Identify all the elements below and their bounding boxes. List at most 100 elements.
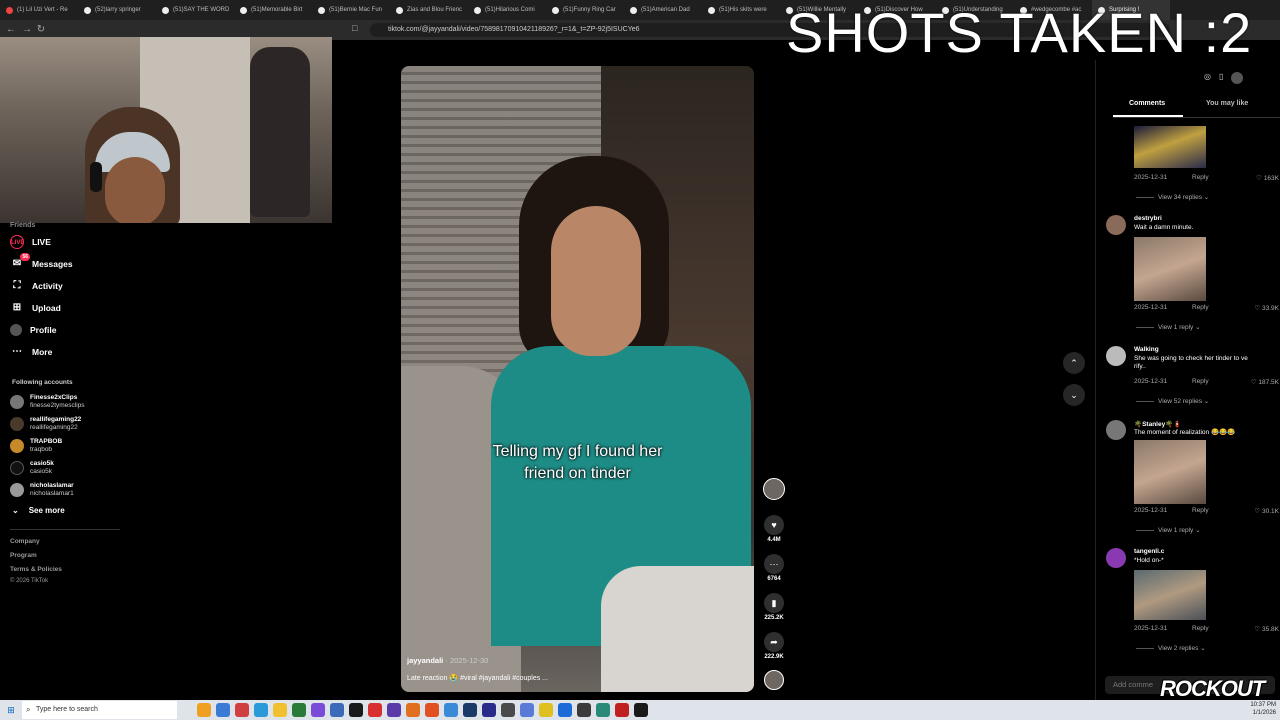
comment-username[interactable]: Walking xyxy=(1134,346,1159,353)
avatar[interactable] xyxy=(1106,215,1126,235)
browser-tab[interactable]: (51)Hilarious Comi xyxy=(468,0,546,20)
app-icon[interactable] xyxy=(444,703,458,717)
comment-image[interactable] xyxy=(1134,237,1206,301)
browser-tab[interactable]: (51)American Dad xyxy=(624,0,702,20)
save-button[interactable]: ▮ 225.2K xyxy=(760,593,788,621)
compass-icon[interactable]: ◎ xyxy=(1204,72,1211,84)
app-icon[interactable] xyxy=(235,703,249,717)
sound-avatar-button[interactable] xyxy=(760,670,788,690)
footer-link-terms[interactable]: Terms & Policies xyxy=(10,566,62,573)
comment-image[interactable] xyxy=(1134,570,1206,620)
comment-like-button[interactable]: ♡ 35.8K xyxy=(1254,625,1279,633)
app-icon[interactable] xyxy=(558,703,572,717)
app-icon[interactable] xyxy=(330,703,344,717)
reply-button[interactable]: Reply xyxy=(1192,378,1209,385)
sidebar-item-upload[interactable]: ⊞ Upload xyxy=(10,299,61,317)
view-replies-button[interactable]: View 2 replies ⌄ xyxy=(1136,644,1206,652)
app-icon[interactable] xyxy=(349,703,363,717)
app-icon[interactable] xyxy=(406,703,420,717)
comment-button[interactable]: ⋯ 6764 xyxy=(760,554,788,582)
browser-tab[interactable]: Zias and Blou Frienc xyxy=(390,0,468,20)
task-view-icon[interactable] xyxy=(216,703,230,717)
following-account[interactable]: nicholaslamar nicholaslamar1 xyxy=(10,482,74,498)
app-icon[interactable] xyxy=(368,703,382,717)
copilot-icon[interactable] xyxy=(197,703,211,717)
comment-image[interactable] xyxy=(1134,440,1206,504)
following-account[interactable]: Finesse2xClips finesse2tymesclips xyxy=(10,394,85,410)
app-icon[interactable] xyxy=(482,703,496,717)
browser-tab[interactable]: (51)SAY THE WORD xyxy=(156,0,234,20)
phone-icon[interactable]: ▯ xyxy=(1219,72,1223,84)
app-icon[interactable] xyxy=(292,703,306,717)
comment-like-button[interactable]: ♡ 187.5K xyxy=(1251,378,1279,386)
comment-like-button[interactable]: ♡ 30.1K xyxy=(1254,507,1279,515)
taskbar-clock[interactable]: 10:37 PM 1/1/2026 xyxy=(1250,701,1276,717)
app-icon[interactable] xyxy=(615,703,629,717)
app-icon[interactable] xyxy=(577,703,591,717)
app-icon[interactable] xyxy=(311,703,325,717)
footer-link-company[interactable]: Company xyxy=(10,538,40,545)
app-icon[interactable] xyxy=(520,703,534,717)
edge-icon[interactable] xyxy=(254,703,268,717)
reload-icon[interactable]: ↻ xyxy=(34,23,48,37)
view-replies-button[interactable]: View 52 replies ⌄ xyxy=(1136,397,1209,405)
view-replies-button[interactable]: View 1 reply ⌄ xyxy=(1136,526,1201,534)
browser-tab[interactable]: (52)larry springer xyxy=(78,0,156,20)
bookmark-icon[interactable]: □ xyxy=(352,23,357,33)
video-author[interactable]: jayyandali · 2025-12-30 xyxy=(407,656,488,665)
reply-button[interactable]: Reply xyxy=(1192,625,1209,632)
see-more-button[interactable]: ⌄ See more xyxy=(12,506,65,515)
app-icon[interactable] xyxy=(596,703,610,717)
sidebar-item-friends[interactable]: Friends xyxy=(10,216,35,234)
obs-icon[interactable] xyxy=(634,703,648,717)
avatar[interactable] xyxy=(1231,72,1244,84)
app-icon[interactable] xyxy=(501,703,515,717)
back-arrow-icon[interactable]: ← xyxy=(4,23,18,37)
browser-tab[interactable]: (51)Memorable Birt xyxy=(234,0,312,20)
comment-username[interactable]: tangenli.c xyxy=(1134,548,1164,555)
sidebar-item-messages[interactable]: ✉ 56 Messages xyxy=(10,253,73,273)
reply-button[interactable]: Reply xyxy=(1192,507,1209,514)
avatar[interactable] xyxy=(1106,420,1126,440)
chrome-icon[interactable] xyxy=(539,703,553,717)
author-avatar-button[interactable] xyxy=(760,478,788,500)
comment-image[interactable] xyxy=(1134,126,1206,168)
browser-tab[interactable]: (51)Funny Ring Car xyxy=(546,0,624,20)
sidebar-item-live[interactable]: LIVE LIVE xyxy=(10,233,51,251)
browser-tab[interactable]: (51)Bernie Mac Fun xyxy=(312,0,390,20)
footer-link-program[interactable]: Program xyxy=(10,552,37,559)
app-icon[interactable] xyxy=(387,703,401,717)
browser-tab[interactable]: (1) Lil Uzi Vert - Re xyxy=(0,0,78,20)
browser-tab[interactable]: (51)His skits were xyxy=(702,0,780,20)
sidebar-item-profile[interactable]: Profile xyxy=(10,321,56,339)
share-button[interactable]: ➦ 222.9K xyxy=(760,632,788,660)
reply-button[interactable]: Reply xyxy=(1192,174,1209,181)
following-account[interactable]: reallifegaming22 reallifegaming22 xyxy=(10,416,81,432)
taskbar-search-input[interactable]: Type here to search xyxy=(22,701,177,719)
tab-comments[interactable]: Comments xyxy=(1129,100,1165,107)
headset-icon xyxy=(90,162,102,192)
forward-arrow-icon[interactable]: → xyxy=(20,23,34,37)
reply-button[interactable]: Reply xyxy=(1192,304,1209,311)
sidebar-item-more[interactable]: ⋯ More xyxy=(10,343,52,361)
comment-like-button[interactable]: ♡ 163K xyxy=(1256,174,1279,182)
video-player[interactable]: Telling my gf I found her friend on tind… xyxy=(401,66,754,692)
view-replies-button[interactable]: View 1 reply ⌄ xyxy=(1136,323,1201,331)
following-account[interactable]: casio5k casio5k xyxy=(10,460,54,476)
following-account[interactable]: TRAPBOB traqbob xyxy=(10,438,62,454)
view-replies-button[interactable]: View 34 replies ⌄ xyxy=(1136,193,1209,201)
file-explorer-icon[interactable] xyxy=(273,703,287,717)
next-video-button[interactable]: ⌄ xyxy=(1063,384,1085,406)
comment-username[interactable]: destrybri xyxy=(1134,215,1162,222)
like-button[interactable]: ♥ 4.4M xyxy=(760,515,788,543)
avatar[interactable] xyxy=(1106,548,1126,568)
steam-icon[interactable] xyxy=(463,703,477,717)
comment-like-button[interactable]: ♡ 33.9K xyxy=(1254,304,1279,312)
tab-you-may-like[interactable]: You may like xyxy=(1206,100,1248,107)
sidebar-item-activity[interactable]: ⛶ Activity xyxy=(10,277,63,295)
brave-icon[interactable] xyxy=(425,703,439,717)
comment-username[interactable]: 🌴Stanley🌴🧯 xyxy=(1134,420,1181,428)
avatar[interactable] xyxy=(1106,346,1126,366)
previous-video-button[interactable]: ⌃ xyxy=(1063,352,1085,374)
windows-start-icon[interactable]: ⊞ xyxy=(0,700,22,720)
